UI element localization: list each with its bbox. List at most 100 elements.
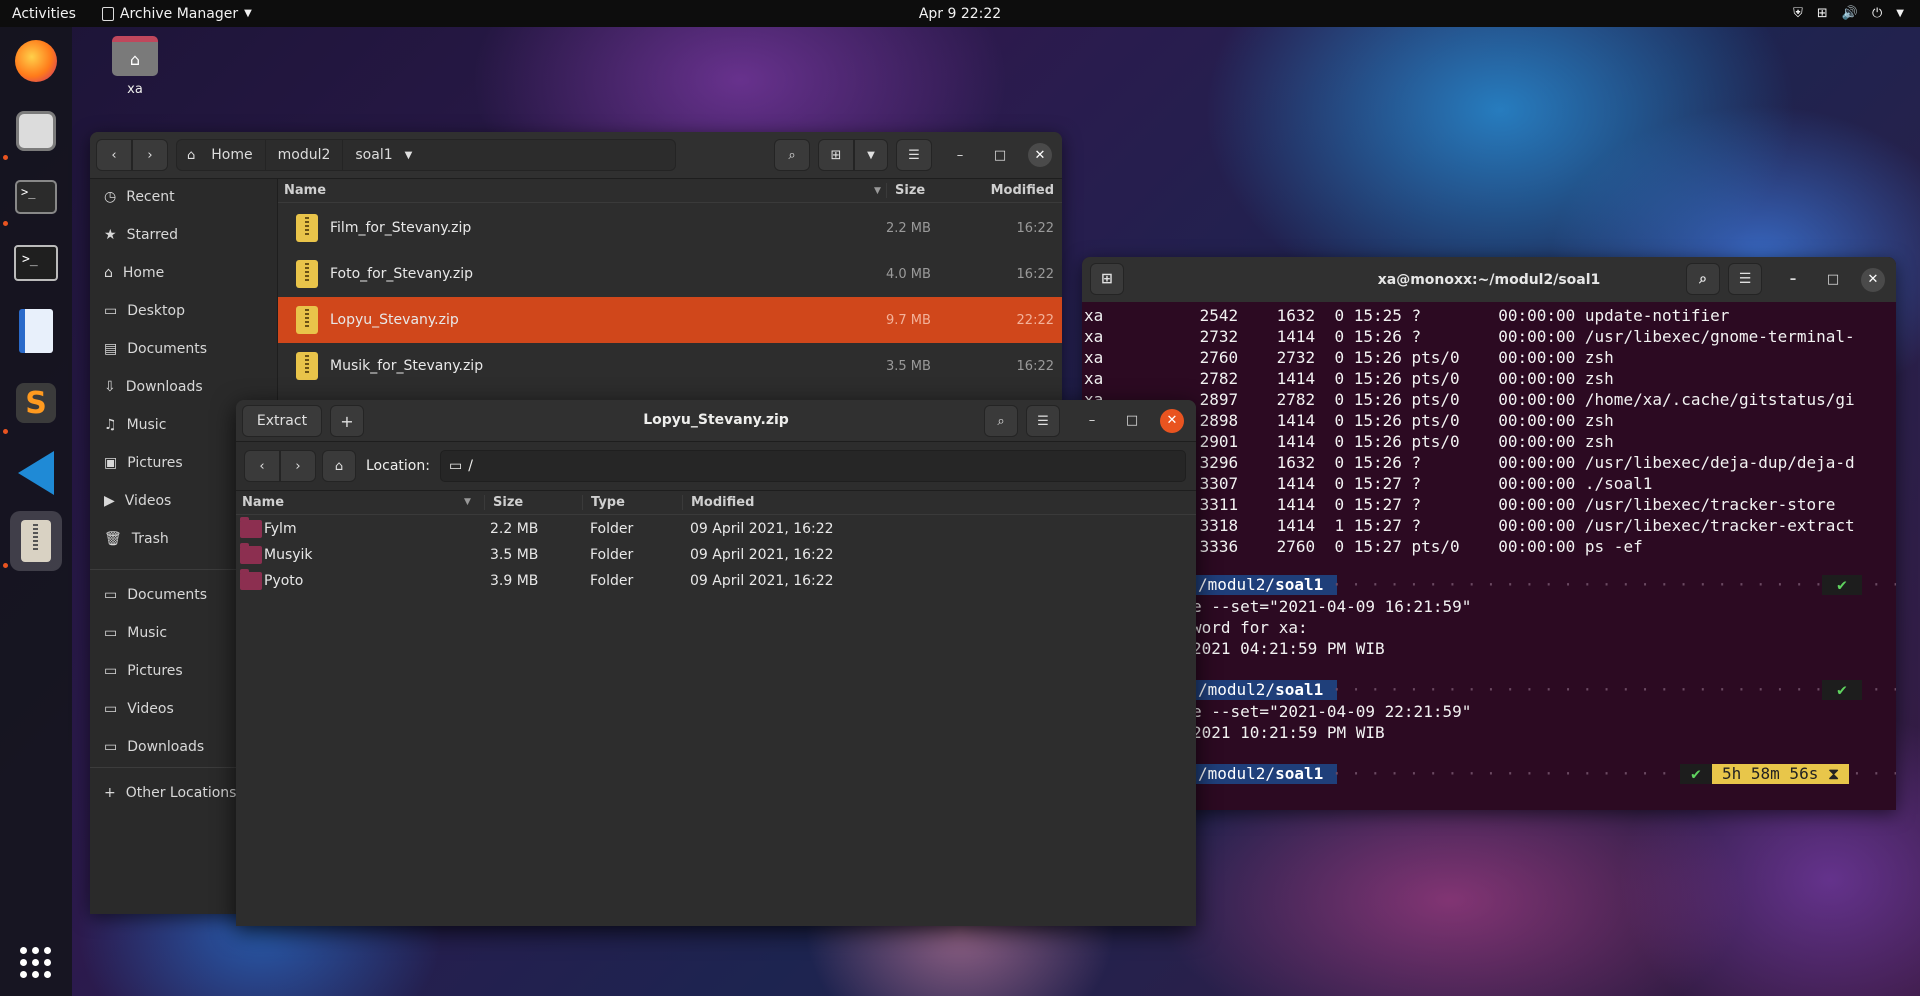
prompt-path-prefix: /modul2/ xyxy=(1198,680,1276,699)
sidebar-item-documents[interactable]: ▤ Documents xyxy=(90,331,278,367)
menu-button[interactable]: ☰ xyxy=(896,139,932,171)
home-icon: ⌂ xyxy=(187,147,196,163)
minimize-button[interactable]: – xyxy=(1080,409,1104,433)
prompt-status-ok: ✔ xyxy=(1680,764,1712,784)
sidebar-item-label: Trash xyxy=(131,531,169,547)
file-row[interactable]: Musik_for_Stevany.zip 3.5 MB 16:22 xyxy=(278,343,1062,389)
view-options-button[interactable]: ▼ xyxy=(854,139,888,171)
archive-headerbar: Extract + Lopyu_Stevany.zip ⌕ ☰ – □ ✕ xyxy=(236,400,1196,442)
view-toggle-button[interactable]: ⊞ xyxy=(818,139,854,171)
menu-button[interactable]: ☰ xyxy=(1728,263,1762,295)
archive-row[interactable]: Fylm 2.2 MB Folder 09 April 2021, 16:22 xyxy=(236,517,1196,543)
network-icon[interactable]: ⊞ xyxy=(1817,6,1828,21)
file-size: 2.2 MB xyxy=(886,220,931,236)
back-button[interactable]: ‹ xyxy=(96,139,132,171)
chevron-down-icon[interactable]: ▼ xyxy=(1896,8,1904,19)
zip-file-icon xyxy=(296,306,318,334)
sidebar-item-desktop[interactable]: ▭ Desktop xyxy=(90,293,278,329)
terminal-line: xa 2782 1414 0 15:26 pts/0 00:00:00 zsh xyxy=(1084,369,1614,388)
file-row-selected[interactable]: Lopyu_Stevany.zip 9.7 MB 22:22 xyxy=(278,297,1062,343)
file-row[interactable]: Foto_for_Stevany.zip 4.0 MB 16:22 xyxy=(278,251,1062,297)
location-field[interactable]: ▭ / xyxy=(440,450,1186,482)
volume-icon[interactable]: 🔊 xyxy=(1842,6,1858,21)
hamburger-icon: ☰ xyxy=(1738,271,1752,287)
chevron-down-icon[interactable]: ▼ xyxy=(405,150,413,161)
back-button[interactable]: ‹ xyxy=(244,450,280,482)
breadcrumb-soal1[interactable]: soal1 xyxy=(343,139,404,171)
writer-icon[interactable] xyxy=(10,305,62,357)
archive-manager-dock-icon[interactable] xyxy=(10,511,62,571)
home-icon: ⌂ xyxy=(334,458,344,474)
running-indicator xyxy=(3,221,8,226)
search-icon: ⌕ xyxy=(788,147,796,163)
sidebar-item-recent[interactable]: ◷ Recent xyxy=(90,179,278,215)
close-button[interactable]: ✕ xyxy=(1160,408,1184,433)
activities-button[interactable]: Activities xyxy=(12,6,76,22)
music-icon: ♫ xyxy=(104,417,117,433)
prompt-path-prefix: /modul2/ xyxy=(1198,764,1276,783)
sidebar-item-label: Documents xyxy=(127,587,208,603)
maximize-button[interactable]: □ xyxy=(1821,268,1845,292)
maximize-button[interactable]: □ xyxy=(1120,409,1144,433)
sidebar-item-starred[interactable]: ★ Starred xyxy=(90,217,278,253)
show-apps-icon[interactable] xyxy=(20,947,52,979)
file-modified: 16:22 xyxy=(1016,220,1054,236)
breadcrumb-modul2[interactable]: modul2 xyxy=(266,139,344,171)
search-button[interactable]: ⌕ xyxy=(984,405,1018,437)
files-icon[interactable] xyxy=(10,105,62,157)
prompt-timer: 5h 58m 56s ⧗ xyxy=(1712,764,1850,784)
column-type[interactable]: Type xyxy=(582,495,625,510)
clock[interactable]: Apr 9 22:22 xyxy=(919,6,1001,22)
terminal-alt-icon[interactable]: >_ xyxy=(10,237,62,289)
search-button[interactable]: ⌕ xyxy=(774,139,810,171)
new-tab-icon: ⊞ xyxy=(1101,271,1113,287)
firefox-icon[interactable] xyxy=(10,35,62,87)
sidebar-item-home[interactable]: ⌂ Home xyxy=(90,255,278,291)
desktop-home-folder[interactable]: ⌂ xa xyxy=(110,36,160,97)
forward-button[interactable]: › xyxy=(280,450,316,482)
prompt-filler: · · · · · · · · · · · · · · · · · · · · … xyxy=(1332,680,1896,699)
file-row[interactable]: Film_for_Stevany.zip 2.2 MB 16:22 xyxy=(278,205,1062,251)
shield-icon[interactable]: ⛨ xyxy=(1793,6,1803,21)
sidebar-item-label: Desktop xyxy=(127,303,185,319)
entry-type: Folder xyxy=(590,547,634,563)
location-toolbar: ‹ › ⌂ Location: ▭ / xyxy=(236,442,1196,491)
folder-icon xyxy=(240,569,262,590)
video-icon: ▶ xyxy=(104,493,115,509)
column-name[interactable]: Name xyxy=(284,183,326,198)
forward-button[interactable]: › xyxy=(132,139,168,171)
column-size[interactable]: Size xyxy=(886,183,925,198)
sidebar-item-label: Pictures xyxy=(127,455,183,471)
minimize-button[interactable]: – xyxy=(948,143,972,167)
entry-size: 2.2 MB xyxy=(490,521,539,537)
terminal-icon[interactable]: >_ xyxy=(10,171,62,223)
terminal-line: xa 3311 1414 0 15:27 ? 00:00:00 /usr/lib… xyxy=(1084,495,1836,514)
sidebar-item-label: Music xyxy=(126,417,167,433)
maximize-button[interactable]: □ xyxy=(988,143,1012,167)
archive-row[interactable]: Musyik 3.5 MB Folder 09 April 2021, 16:2… xyxy=(236,543,1196,569)
column-modified[interactable]: Modified xyxy=(682,495,754,510)
column-name[interactable]: Name xyxy=(242,495,284,510)
close-button[interactable]: ✕ xyxy=(1028,143,1052,167)
breadcrumb-home[interactable]: Home xyxy=(199,139,266,171)
vscode-icon[interactable] xyxy=(10,447,62,499)
column-size[interactable]: Size xyxy=(484,495,523,510)
terminal-line: xa 2732 1414 0 15:26 ? 00:00:00 /usr/lib… xyxy=(1084,327,1855,346)
search-button[interactable]: ⌕ xyxy=(1686,263,1720,295)
close-button[interactable]: ✕ xyxy=(1861,267,1885,292)
entry-name: Fylm xyxy=(264,521,297,537)
column-modified[interactable]: Modified xyxy=(991,183,1054,198)
menu-button[interactable]: ☰ xyxy=(1026,405,1060,437)
app-menu[interactable]: Archive Manager ▼ xyxy=(101,6,252,22)
terminal-line: e --set="2021-04-09 16:21:59" xyxy=(1192,597,1472,616)
archive-row[interactable]: Pyoto 3.9 MB Folder 09 April 2021, 16:22 xyxy=(236,569,1196,595)
power-icon[interactable]: ⏻ xyxy=(1872,6,1882,21)
new-tab-button[interactable]: ⊞ xyxy=(1090,263,1124,295)
location-label: Location: xyxy=(366,458,430,474)
entry-modified: 09 April 2021, 16:22 xyxy=(690,573,834,589)
home-button[interactable]: ⌂ xyxy=(322,450,356,482)
minimize-button[interactable]: – xyxy=(1781,268,1805,292)
sidebar-item-label: Starred xyxy=(126,227,178,243)
sublime-text-icon[interactable]: S xyxy=(10,377,62,429)
timer-value: 5h 58m 56s xyxy=(1722,764,1819,783)
